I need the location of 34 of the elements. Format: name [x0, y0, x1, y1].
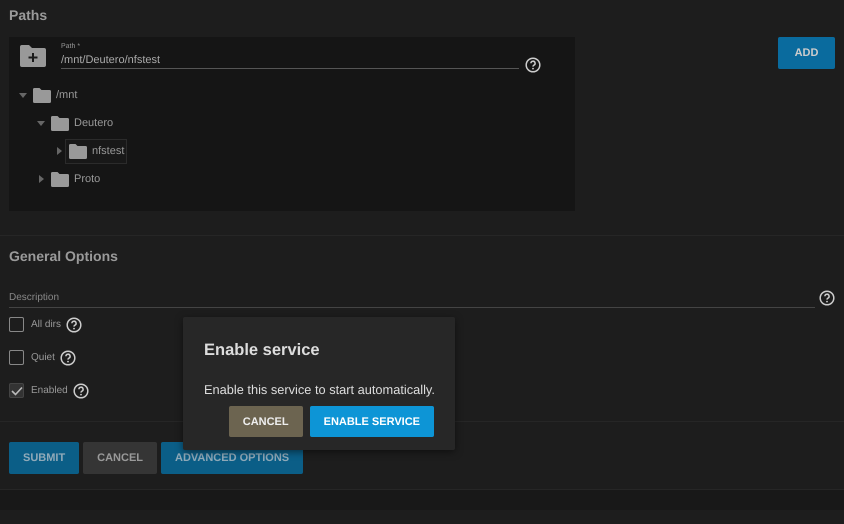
add-folder-icon[interactable] [19, 44, 47, 68]
add-button[interactable]: ADD [778, 37, 835, 69]
form-button[interactable]: SUBMIT [9, 442, 80, 474]
tree-item[interactable]: /mnt [29, 82, 80, 108]
folder-icon [32, 86, 52, 104]
checkbox-label: All dirs [31, 319, 62, 330]
folder-icon [50, 114, 70, 132]
caret-icon[interactable] [37, 119, 45, 127]
section-title: Paths [9, 7, 48, 23]
description-field[interactable]: Description [9, 288, 815, 308]
help-icon[interactable] [60, 350, 76, 366]
checkbox-label: Enabled [31, 385, 68, 396]
help-icon[interactable] [66, 316, 82, 332]
folder-icon [68, 142, 88, 160]
checkbox[interactable] [9, 350, 24, 365]
form-button[interactable]: CANCEL [83, 442, 158, 474]
folder-icon [50, 170, 70, 188]
tree-item[interactable]: nfstest [65, 138, 128, 164]
caret-icon[interactable] [19, 91, 27, 99]
dialog-message: Enable this service to start automatically. [204, 382, 434, 397]
help-icon[interactable] [72, 382, 89, 398]
dialog-button[interactable]: CANCEL [228, 406, 303, 437]
tree-item[interactable]: Deutero [47, 110, 116, 136]
caret-icon[interactable] [55, 147, 63, 155]
help-icon[interactable] [819, 290, 835, 306]
checkbox[interactable] [9, 317, 24, 332]
caret-icon[interactable] [37, 175, 45, 183]
section-title: General Options [9, 248, 119, 264]
dialog-title: Enable service [204, 341, 321, 360]
checkbox[interactable] [9, 383, 24, 398]
help-icon[interactable] [525, 57, 541, 73]
checkbox-label: Quiet [31, 352, 55, 363]
dialog-button[interactable]: ENABLE SERVICE [310, 406, 434, 437]
tree-item[interactable]: Proto [47, 166, 104, 192]
